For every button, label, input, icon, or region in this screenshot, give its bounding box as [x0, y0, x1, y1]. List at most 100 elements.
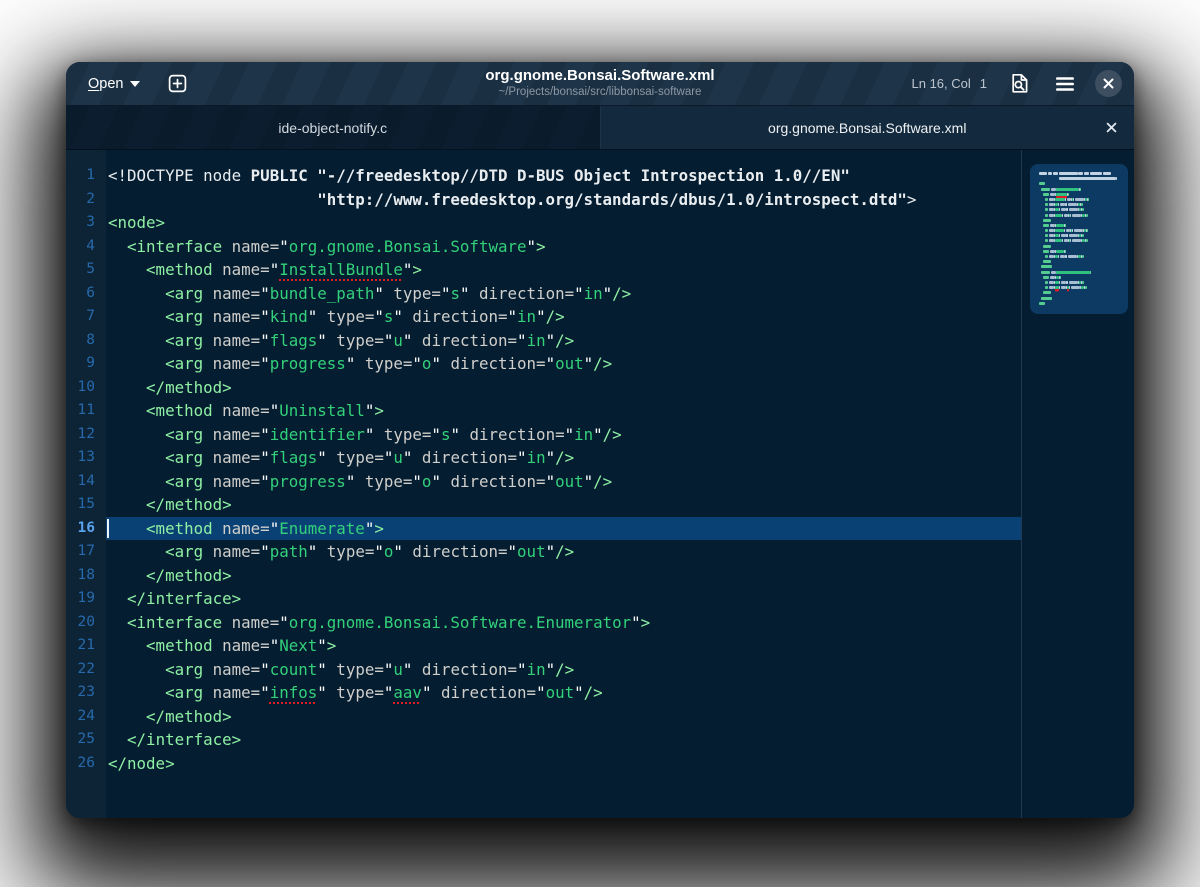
overview-map-segment [1049, 208, 1054, 211]
overview-map-segment [1049, 255, 1054, 258]
source-view[interactable]: <!DOCTYPE node PUBLIC "-//freedesktop//D… [106, 150, 1021, 818]
open-button[interactable]: Open [78, 69, 150, 99]
code-line[interactable]: </interface> [106, 728, 1021, 752]
code-line[interactable]: <arg name="flags" type="u" direction="in… [106, 446, 1021, 470]
code-line[interactable]: <arg name="path" type="o" direction="out… [106, 540, 1021, 564]
code-line[interactable]: <interface name="org.gnome.Bonsai.Softwa… [106, 235, 1021, 259]
code-line[interactable]: <arg name="identifier" type="s" directio… [106, 423, 1021, 447]
line-number: 11 [66, 399, 106, 423]
code-line[interactable]: <arg name="count" type="u" direction="in… [106, 658, 1021, 682]
document-search-button[interactable] [1005, 67, 1035, 100]
code-line[interactable]: </method> [106, 564, 1021, 588]
syntax-token [108, 284, 165, 303]
code-line[interactable]: </method> [106, 376, 1021, 400]
code-line[interactable]: <interface name="org.gnome.Bonsai.Softwa… [106, 611, 1021, 635]
code-line[interactable]: <arg name="progress" type="o" direction=… [106, 352, 1021, 376]
overview-map-line [1039, 245, 1119, 248]
syntax-token: in [517, 307, 536, 326]
code-line[interactable]: <arg name="flags" type="u" direction="in… [106, 329, 1021, 353]
code-line[interactable]: <arg name="bundle_path" type="s" directi… [106, 282, 1021, 306]
text-cursor [107, 519, 109, 539]
overview-map-segment [1069, 281, 1078, 284]
line-number: 23 [66, 681, 106, 705]
overview-map-line [1039, 208, 1119, 211]
tab-org-gnome-bonsai-software-xml[interactable]: org.gnome.Bonsai.Software.xml [601, 106, 1135, 149]
syntax-token: direction= [403, 542, 508, 561]
overview-map-segment [1060, 276, 1061, 279]
syntax-token: progress [270, 354, 346, 373]
window-title-area: org.gnome.Bonsai.Software.xml ~/Projects… [340, 67, 860, 99]
overview-map-segment [1068, 255, 1077, 258]
menu-button[interactable] [1049, 70, 1081, 98]
syntax-token: " [260, 425, 270, 444]
tab-close-button[interactable] [1100, 117, 1122, 139]
overview-map[interactable] [1030, 164, 1128, 314]
syntax-token: " [346, 354, 356, 373]
syntax-token: name= [222, 613, 279, 632]
syntax-token: kind [270, 307, 308, 326]
tab-ide-object-notify[interactable]: ide-object-notify.c [66, 106, 601, 149]
line-number-gutter: 1234567891011121314151617181920212223242… [66, 150, 106, 818]
syntax-token: " [374, 284, 384, 303]
syntax-token: " [317, 660, 327, 679]
new-document-button[interactable] [162, 68, 193, 99]
code-line[interactable]: <method name="Next"> [106, 634, 1021, 658]
syntax-token: " [403, 448, 413, 467]
code-line[interactable]: </method> [106, 705, 1021, 729]
syntax-token: direction= [469, 284, 574, 303]
syntax-token: " [365, 519, 375, 538]
code-line[interactable]: </interface> [106, 587, 1021, 611]
syntax-token: InstallBundle [279, 260, 403, 279]
overview-map-segment [1090, 271, 1091, 274]
syntax-token: <method [146, 519, 213, 538]
syntax-token: type= [317, 307, 374, 326]
code-line[interactable]: </method> [106, 493, 1021, 517]
overview-map-line [1039, 286, 1119, 289]
overview-map-line [1039, 297, 1119, 300]
close-icon [1106, 122, 1117, 133]
line-number: 6 [66, 282, 106, 306]
syntax-token: > [374, 519, 384, 538]
code-line[interactable]: <node> [106, 211, 1021, 235]
line-number: 1 [66, 164, 106, 188]
syntax-token: in [527, 660, 546, 679]
syntax-token [108, 331, 165, 350]
code-line[interactable]: </node> [106, 752, 1021, 776]
code-line[interactable]: <!DOCTYPE node PUBLIC "-//freedesktop//D… [106, 164, 1021, 188]
syntax-token [108, 260, 146, 279]
code-line[interactable]: <method name="InstallBundle"> [106, 258, 1021, 282]
code-line[interactable]: "http://www.freedesktop.org/standards/db… [106, 188, 1021, 212]
syntax-token: <arg [165, 284, 203, 303]
syntax-token: type= [317, 542, 374, 561]
syntax-token: " [517, 331, 527, 350]
line-number: 24 [66, 705, 106, 729]
syntax-token: " [384, 331, 394, 350]
line-number: 19 [66, 587, 106, 611]
code-line[interactable]: <arg name="kind" type="s" direction="in"… [106, 305, 1021, 329]
open-button-label: Open [88, 76, 123, 92]
code-line[interactable]: <arg name="progress" type="o" direction=… [106, 470, 1021, 494]
syntax-token: " [317, 448, 327, 467]
line-number: 12 [66, 423, 106, 447]
syntax-token [108, 401, 146, 420]
overview-map-segment [1081, 203, 1083, 206]
overview-map-segment [1060, 203, 1065, 206]
syntax-token: <arg [165, 354, 203, 373]
overview-map-segment [1039, 214, 1045, 217]
syntax-token: " [393, 542, 403, 561]
overview-map-segment [1049, 214, 1054, 217]
overview-map-segment [1082, 208, 1084, 211]
syntax-token: <arg [165, 448, 203, 467]
code-line[interactable]: <arg name="infos" type="aav" direction="… [106, 681, 1021, 705]
syntax-token: <arg [165, 331, 203, 350]
syntax-token [108, 354, 165, 373]
window-close-button[interactable] [1095, 70, 1122, 97]
syntax-token: " [574, 284, 584, 303]
syntax-token: type= [374, 425, 431, 444]
line-number: 22 [66, 658, 106, 682]
syntax-token: " [393, 307, 403, 326]
syntax-token: out [555, 472, 584, 491]
code-line[interactable]: <method name="Uninstall"> [106, 399, 1021, 423]
syntax-token: path [270, 542, 308, 561]
code-line[interactable]: <method name="Enumerate"> [106, 517, 1021, 541]
